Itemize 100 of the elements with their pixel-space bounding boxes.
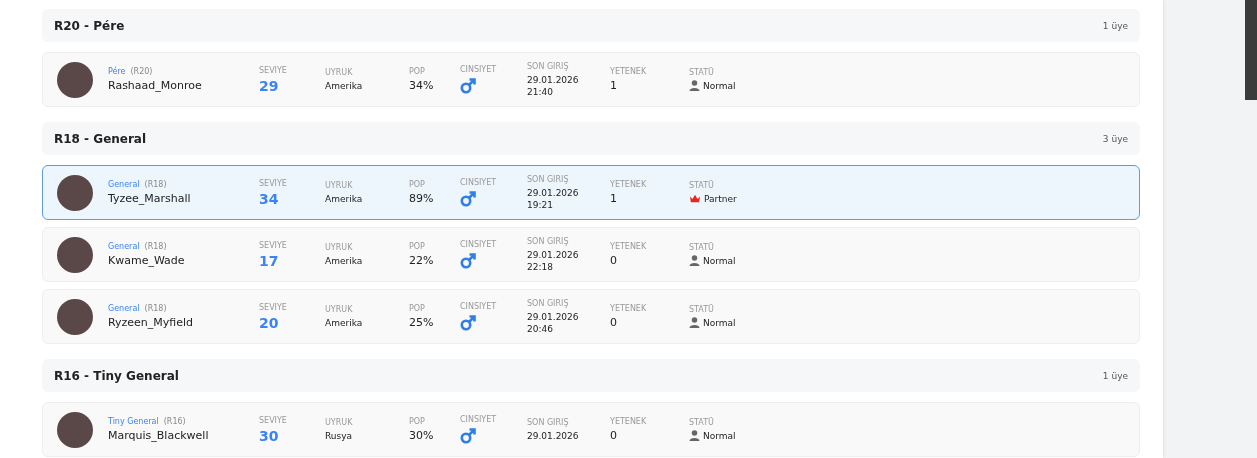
column-label: UYRUK [325,242,354,252]
column-label: STATÜ [689,417,715,427]
scrollbar-thumb[interactable] [1245,0,1257,100]
column-label: POP [409,180,426,189]
rank-code: (R18) [144,180,167,189]
user-icon [689,317,700,328]
rank-label: General [108,242,140,251]
user-icon [689,80,700,91]
column-label: SON GIRIŞ [527,61,570,71]
last-login-time: 19:21 [527,198,554,211]
level-value: 20 [259,314,280,331]
skill-value: 0 [610,316,618,329]
member-row[interactable]: General (R18) Kwame_Wade SEVIYE 17 UYRUK Amerika POP 22% CINSIYET SON GIRIŞ 29.01.2026 22:18 YETENEK 0 STATÜ Normal [42,227,1140,282]
user-icon [689,430,700,441]
column-label: UYRUK [325,304,354,314]
column-label: SON GIRIŞ [527,174,570,184]
column-label: SEVIYE [259,240,288,250]
column-label: STATÜ [689,242,715,252]
skill-value: 1 [610,79,618,92]
member-count: 1 üye [1102,20,1128,31]
column-label: SEVIYE [259,302,288,312]
column-label: UYRUK [325,67,354,77]
member-row[interactable]: Pére (R20) Rashaad_Monroe SEVIYE 29 UYRUK Amerika POP 34% CINSIYET SON GIRIŞ 29.01.2026 21:40 YETENEK 1 STATÜ Normal [42,52,1140,107]
group-title: R18 - General [54,131,147,146]
avatar-placeholder [57,236,93,273]
column-label: SON GIRIŞ [527,236,570,246]
last-login-date: 29.01.2026 [527,248,580,261]
column-label: CINSIYET [460,415,498,424]
column-label: STATÜ [689,180,715,190]
column-label: YETENEK [610,417,648,426]
last-login-date: 29.01.2026 [527,310,580,323]
status-value: Partner [704,192,737,205]
crown-icon [689,193,701,204]
column-label: STATÜ [689,67,715,77]
level-value: 34 [259,190,280,207]
column-label: POP [409,67,426,76]
column-label: SEVIYE [259,178,288,188]
male-icon [460,428,476,444]
rank-label: Tiny General [108,417,159,426]
column-label: CINSIYET [460,178,498,187]
last-login-time: 21:40 [527,85,554,98]
nation-value: Amerika [325,254,364,267]
male-icon [460,191,476,207]
last-login-date: 29.01.2026 [527,429,580,442]
skill-value: 0 [610,429,618,442]
male-icon [460,78,476,94]
skill-value: 0 [610,254,618,267]
pop-value: 89% [409,192,435,205]
group-title: R20 - Pére [54,18,125,33]
column-label: CINSIYET [460,240,498,249]
status-value: Normal [703,316,736,329]
member-name: Ryzeen_Myfield [108,316,195,329]
member-count: 3 üye [1102,133,1128,144]
member-row[interactable]: General (R18) Ryzeen_Myfield SEVIYE 20 UYRUK Amerika POP 25% CINSIYET SON GIRIŞ 29.01.2026 20:46 YETENEK 0 STATÜ Normal [42,289,1140,344]
pop-value: 30% [409,429,435,442]
nation-value: Rusya [325,429,354,442]
avatar-placeholder [57,174,93,211]
level-value: 17 [259,252,280,269]
rank-code: (R20) [130,67,153,76]
level-value: 30 [259,427,280,444]
member-count: 1 üye [1102,370,1128,381]
member-name: Tyzee_Marshall [108,192,192,205]
column-label: SEVIYE [259,65,288,75]
member-name: Kwame_Wade [108,254,186,267]
member-row[interactable]: Tiny General (R16) Marquis_Blackwell SEVIYE 30 UYRUK Rusya POP 30% CINSIYET SON GIRIŞ 29.01.2026 YETENEK 0 STATÜ Normal [42,402,1140,457]
last-login-date: 29.01.2026 [527,186,580,199]
member-name: Rashaad_Monroe [108,79,203,92]
rank-label: Pére [108,67,126,76]
column-label: POP [409,304,426,313]
status-value: Normal [703,254,736,267]
member-name: Marquis_Blackwell [108,429,210,442]
member-row[interactable]: General (R18) Tyzee_Marshall SEVIYE 34 UYRUK Amerika POP 89% CINSIYET SON GIRIŞ 29.01.2026 19:21 YETENEK 1 STATÜ Partner [42,165,1140,220]
status-value: Normal [703,429,736,442]
last-login-time: 20:46 [527,322,554,335]
nation-value: Amerika [325,316,364,329]
male-icon [460,315,476,331]
avatar-placeholder [57,298,93,335]
column-label: SON GIRIŞ [527,417,570,427]
last-login-time: 22:18 [527,260,554,273]
column-label: SON GIRIŞ [527,298,570,308]
column-label: CINSIYET [460,65,498,74]
column-label: SEVIYE [259,415,288,425]
column-label: POP [409,242,426,251]
column-label: STATÜ [689,304,715,314]
avatar-placeholder [57,61,93,98]
rank-label: General [108,304,140,313]
nation-value: Amerika [325,79,364,92]
nation-value: Amerika [325,192,364,205]
skill-value: 1 [610,192,618,205]
column-label: CINSIYET [460,302,498,311]
male-icon [460,253,476,269]
column-label: YETENEK [610,180,648,189]
level-value: 29 [259,77,280,94]
user-icon [689,255,700,266]
column-label: POP [409,417,426,426]
column-label: UYRUK [325,180,354,190]
last-login-date: 29.01.2026 [527,73,580,86]
avatar-placeholder [57,411,93,448]
pop-value: 25% [409,316,435,329]
status-value: Normal [703,79,736,92]
